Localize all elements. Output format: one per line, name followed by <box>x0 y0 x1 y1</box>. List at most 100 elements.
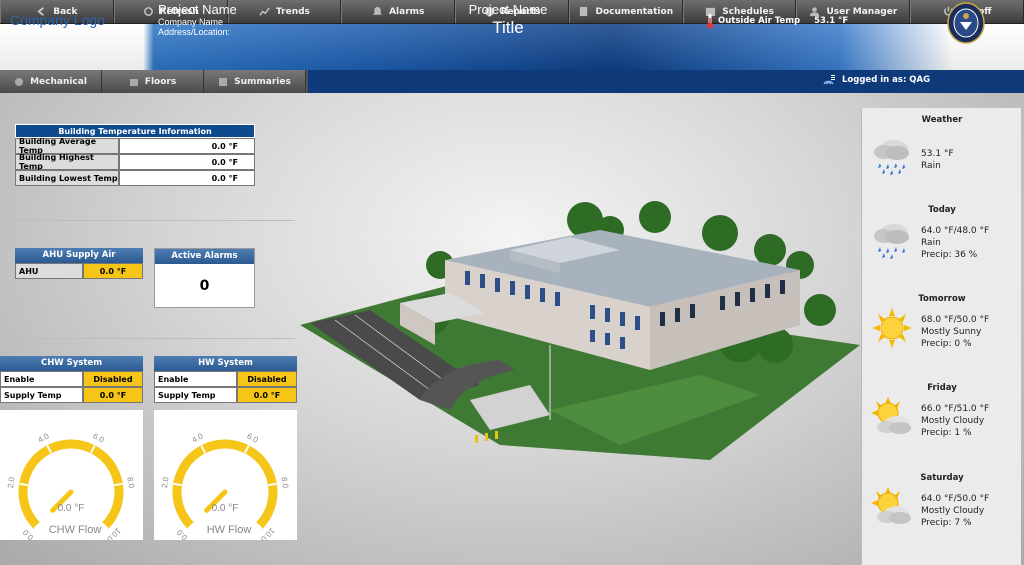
table-row: Enable Disabled <box>0 371 143 387</box>
hw-enable-value[interactable]: Disabled <box>237 371 297 387</box>
floors-button[interactable]: Floors <box>102 70 204 93</box>
floors-label: Floors <box>144 76 177 87</box>
sun-cloud-icon <box>871 397 911 434</box>
chw-supply-value: 0.0 °F <box>83 387 143 403</box>
forecast-condition: Rain <box>921 238 941 248</box>
gauge-tick <box>173 482 182 487</box>
gauge-tick-label: 8.0 <box>279 476 290 489</box>
project-info: Project Name Company Name Address/Locati… <box>158 3 237 38</box>
forecast-temps: 64.0 °F/50.0 °F <box>921 494 990 504</box>
active-alarms-panel[interactable]: Active Alarms 0 <box>154 248 255 308</box>
company-logo: Company Logo <box>10 12 105 28</box>
forecast-condition: Mostly Sunny <box>921 327 982 337</box>
seal-icon <box>947 2 985 44</box>
divider <box>0 338 295 339</box>
table-row: Supply Temp 0.0 °F <box>0 387 143 403</box>
gauge-tick-label: 4.0 <box>191 431 205 444</box>
forecast-day: Friday <box>927 383 957 393</box>
current-temp: 53.1 °F <box>921 149 954 159</box>
table-row: AHU 0.0 °F <box>15 263 143 279</box>
mechanical-button[interactable]: Mechanical <box>0 70 102 93</box>
alarms-label: Alarms <box>389 6 425 17</box>
table-row: Building Lowest Temp 0.0 °F <box>15 170 255 186</box>
gauge-tick <box>268 482 277 487</box>
weather-panel: Weather 53.1 °F Rain Today 64.0 °F/48.0 °… <box>861 108 1021 565</box>
low-temp-value: 0.0 °F <box>119 170 255 186</box>
forecast-temps: 66.0 °F/51.0 °F <box>921 404 990 414</box>
table-row: Supply Temp 0.0 °F <box>154 387 297 403</box>
hw-system-panel: HW System Enable Disabled Supply Temp 0.0 … <box>154 356 297 403</box>
hw-supply-label: Supply Temp <box>154 387 237 403</box>
chw-supply-label: Supply Temp <box>0 387 83 403</box>
gauge-tick-label: 4.0 <box>37 431 51 444</box>
documentation-icon <box>580 6 588 17</box>
gauge-tick-label: 6.0 <box>245 432 259 445</box>
forecast-day: Today <box>928 205 956 215</box>
forecast-precip: Precip: 1 % <box>921 428 972 438</box>
forecast-precip: Precip: 0 % <box>921 339 972 349</box>
documentation-button[interactable]: Documentation <box>568 0 683 23</box>
weather-forecast-saturday: Saturday 64.0 °F/50.0 °F Mostly Cloudy Pre… <box>862 473 1022 528</box>
high-temp-label: Building Highest Temp <box>15 153 119 171</box>
gauge-tick-label: 6.0 <box>91 432 105 445</box>
table-row: Building Highest Temp 0.0 °F <box>15 153 255 171</box>
outside-air-temp: Outside Air Temp 53.1 °F <box>706 13 848 29</box>
trends-button[interactable]: Trends <box>227 0 342 23</box>
chw-flow-gauge: 0.02.04.0 6.08.010.0 0.0 °F CHW Flow <box>0 410 143 540</box>
chw-system-panel: CHW System Enable Disabled Supply Temp 0.0… <box>0 356 143 403</box>
avg-temp-label: Building Average Temp <box>15 137 119 155</box>
alarms-button[interactable]: Alarms <box>341 0 456 23</box>
gauge-tick-label: 2.0 <box>160 476 171 489</box>
table-row: Building Average Temp 0.0 °F <box>15 137 255 155</box>
hw-flow-label: HW Flow <box>207 524 252 536</box>
page-title-block: Project Name Title <box>440 2 576 38</box>
logged-in-label: Logged in as: QAG <box>842 75 931 85</box>
forecast-temps: 68.0 °F/50.0 °F <box>921 315 990 325</box>
building-temp-panel: Building Temperature Information Buildin… <box>15 124 255 186</box>
weather-forecast-tomorrow: Tomorrow 68.0 °F/50.0 °F Mostly Sunny Prec… <box>862 294 1022 349</box>
weather-forecast-today: Today 64.0 °F/48.0 °F Rain Precip: 36 % <box>862 205 1022 260</box>
trends-icon <box>259 7 270 16</box>
chw-enable-label: Enable <box>0 371 83 387</box>
documentation-label: Documentation <box>595 6 674 17</box>
chw-enable-value[interactable]: Disabled <box>83 371 143 387</box>
ahu-panel: AHU Supply Air AHU 0.0 °F <box>15 248 143 279</box>
avg-temp-value: 0.0 °F <box>119 138 255 154</box>
forecast-temps: 64.0 °F/48.0 °F <box>921 226 990 236</box>
chw-flow-value: 0.0 °F <box>58 503 85 514</box>
gauge-tick-label: 0.0 <box>175 527 190 540</box>
hw-flow-value: 0.0 °F <box>212 503 239 514</box>
gauge-tick <box>114 482 123 487</box>
project-name-title: Project Name <box>468 2 548 17</box>
forecast-condition: Mostly Cloudy <box>921 416 985 426</box>
hw-enable-label: Enable <box>154 371 237 387</box>
high-temp-value: 0.0 °F <box>119 154 255 170</box>
mechanical-icon <box>15 77 24 86</box>
refresh-icon <box>143 7 153 16</box>
outside-air-temp-value: 53.1 °F <box>814 16 849 26</box>
low-temp-label: Building Lowest Temp <box>15 170 119 186</box>
trends-label: Trends <box>276 6 310 17</box>
summaries-label: Summaries <box>234 76 291 87</box>
chw-title: CHW System <box>0 356 143 371</box>
forecast-condition: Mostly Cloudy <box>921 506 985 516</box>
alarms-icon <box>372 6 383 15</box>
forecast-precip: Precip: 7 % <box>921 518 972 528</box>
outside-air-temp-label: Outside Air Temp <box>718 16 801 26</box>
gauge-tick-label: 2.0 <box>6 476 17 489</box>
active-alarms-count: 0 <box>199 278 210 294</box>
building-temp-title: Building Temperature Information <box>15 124 255 138</box>
page-title: Title <box>492 18 524 37</box>
forecast-day: Tomorrow <box>918 294 966 304</box>
forecast-day: Saturday <box>920 473 964 483</box>
ahu-value: 0.0 °F <box>83 263 143 279</box>
company-name: Company Name <box>158 17 224 27</box>
divider <box>0 220 295 221</box>
gauge-tick-label: 8.0 <box>125 476 136 489</box>
table-row: Enable Disabled <box>154 371 297 387</box>
summaries-button[interactable]: Summaries <box>204 70 306 93</box>
weather-title: Weather <box>921 115 963 125</box>
rain-cloud-icon <box>874 224 909 259</box>
rain-cloud-icon <box>874 140 909 175</box>
sun-cloud-icon <box>871 487 911 524</box>
